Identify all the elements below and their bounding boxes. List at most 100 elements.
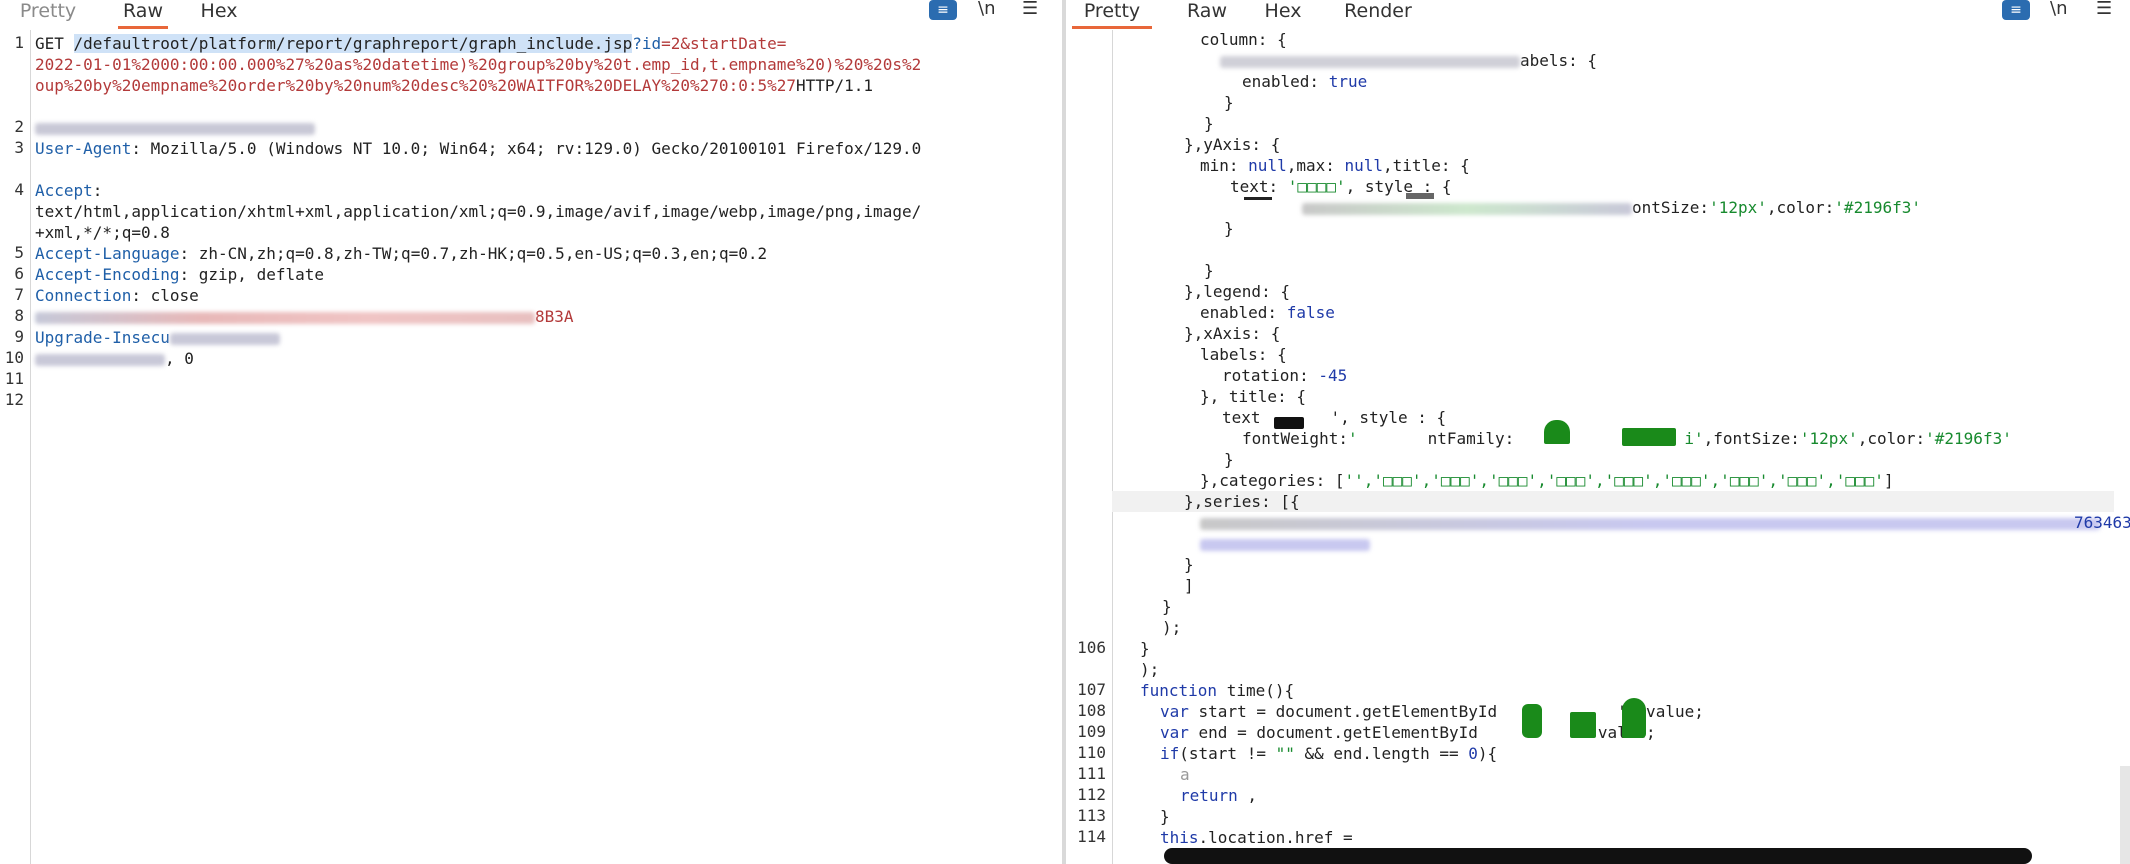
code-line[interactable] (1200, 533, 1370, 554)
tab-response-hex[interactable]: Hex (1262, 0, 1304, 26)
line-number: 110 (1077, 743, 1106, 762)
code-line[interactable]: },xAxis: { (1184, 323, 1280, 344)
payload-tail: oup%20by%20empname%20order%20by%20num%20… (35, 76, 796, 95)
code-line[interactable]: this.location.href = (1160, 827, 1353, 848)
request-line-connection[interactable]: Connection: close (35, 285, 199, 306)
code-line[interactable]: column: { (1200, 29, 1287, 50)
code-line[interactable]: function time(){ (1140, 680, 1294, 701)
request-path: /defaultroot/platform/report/graphreport… (73, 34, 633, 53)
menu-icon[interactable]: ☰ (1022, 0, 1038, 20)
line-number: 106 (1077, 638, 1106, 657)
code-line[interactable]: rotation: -45 (1222, 365, 1347, 386)
header-key: Upgrade-Insecu (35, 328, 170, 347)
header-key: User-Agent (35, 139, 132, 158)
code-line[interactable]: } (1204, 260, 1214, 281)
tab-request-pretty[interactable]: Pretty (12, 0, 84, 26)
header-value: : close (131, 286, 199, 305)
request-line-accept-3[interactable]: +xml,*/*;q=0.8 (35, 222, 170, 243)
request-line-1b[interactable]: 2022-01-01%2000:00:00.000%27%20as%20date… (35, 54, 921, 75)
code-line[interactable]: } (1184, 554, 1194, 575)
code-line[interactable]: enabled: true (1242, 71, 1367, 92)
query-eq: = (776, 34, 787, 53)
request-line-1[interactable]: GET /defaultroot/platform/report/graphre… (35, 33, 786, 54)
line-number: 107 (1077, 680, 1106, 699)
tab-response-raw[interactable]: Raw (1182, 0, 1232, 26)
request-pane: Pretty Raw Hex ≡ \n ☰ 1 2 3 4 5 6 7 8 9 … (0, 0, 1062, 864)
code-line[interactable]: },categories: ['','□□□','□□□','□□□','□□□… (1200, 470, 1894, 491)
code-line[interactable]: },series: [{ (1184, 491, 1300, 512)
tab-request-hex[interactable]: Hex (198, 0, 240, 26)
header-key: Accept (35, 181, 93, 200)
code-line[interactable]: } (1140, 638, 1150, 659)
newline-toggle-button[interactable]: \n (2050, 0, 2067, 20)
line-number: 4 (14, 180, 24, 199)
request-line-host[interactable] (35, 117, 315, 138)
code-line[interactable]: } (1224, 92, 1234, 113)
wrap-lines-icon[interactable]: ≡ (2002, 0, 2030, 20)
header-value: : zh-CN,zh;q=0.8,zh-TW;q=0.7,zh-HK;q=0.5… (179, 244, 768, 263)
code-line[interactable]: ); (1140, 659, 1159, 680)
tab-response-render[interactable]: Render (1342, 0, 1414, 26)
request-line-accept-encoding[interactable]: Accept-Encoding: gzip, deflate (35, 264, 324, 285)
code-line[interactable]: return , (1180, 785, 1257, 806)
header-key: Accept-Encoding (35, 265, 180, 284)
code-line[interactable]: },yAxis: { (1184, 134, 1280, 155)
code-line[interactable]: enabled: false (1200, 302, 1335, 323)
line-number: 6 (14, 264, 24, 283)
tab-request-raw[interactable]: Raw (118, 0, 168, 29)
request-line-user-agent[interactable]: User-Agent: Mozilla/5.0 (Windows NT 10.0… (35, 138, 921, 159)
code-line[interactable]: ); (1162, 617, 1181, 638)
line-number: 12 (4, 390, 24, 409)
wrap-lines-icon[interactable]: ≡ (929, 0, 957, 20)
line-number: 3 (14, 138, 24, 157)
code-line[interactable]: abels: { (1220, 50, 1597, 71)
line-number: 9 (14, 327, 24, 346)
menu-icon[interactable]: ☰ (2096, 0, 2112, 20)
code-line[interactable]: ] (1184, 575, 1194, 596)
code-line[interactable]: ontSize:'12px',color:'#2196f3' (1302, 197, 1921, 218)
code-line[interactable]: text ', style : { (1222, 407, 1446, 428)
vertical-scrollbar[interactable] (2120, 766, 2130, 864)
redaction-bar (1164, 848, 2032, 864)
code-line[interactable]: }, title: { (1200, 386, 1306, 407)
request-line-1c[interactable]: oup%20by%20empname%20order%20by%20num%20… (35, 75, 873, 96)
request-line-accept[interactable]: Accept: (35, 180, 102, 201)
line-number: 10 (4, 348, 24, 367)
http-method: GET (35, 34, 74, 53)
header-value: : (92, 181, 103, 200)
priority-tail: , 0 (165, 349, 194, 368)
header-key: Connection (35, 286, 132, 305)
redacted-series (1200, 538, 1370, 551)
header-key: Accept-Language (35, 244, 180, 263)
redacted-text (1302, 202, 1632, 215)
code-line[interactable]: } (1204, 113, 1214, 134)
code-line[interactable] (1200, 512, 2100, 533)
line-number: 111 (1077, 764, 1106, 783)
code-line[interactable]: if(start != "" && end.length == 0){ (1160, 743, 1497, 764)
code-line[interactable]: } (1162, 596, 1172, 617)
query-param-id: ?id (632, 34, 662, 53)
request-line-priority[interactable]: , 0 (35, 348, 194, 369)
line-number: 1 (14, 33, 24, 52)
code-line[interactable]: } (1224, 218, 1234, 239)
code-line[interactable]: labels: { (1200, 344, 1287, 365)
request-line-accept-language[interactable]: Accept-Language: zh-CN,zh;q=0.8,zh-TW;q=… (35, 243, 767, 264)
request-line-cookie[interactable]: 8B3A (35, 306, 574, 327)
series-values[interactable]: 7634636,6864532,5650902, (2074, 512, 2130, 533)
code-line[interactable]: },legend: { (1184, 281, 1290, 302)
header-value: : Mozilla/5.0 (Windows NT 10.0; Win64; x… (131, 139, 922, 158)
tab-response-pretty[interactable]: Pretty (1072, 0, 1152, 29)
newline-toggle-button[interactable]: \n (978, 0, 995, 20)
line-number: 11 (4, 369, 24, 388)
redacted-cookie (35, 311, 535, 324)
redaction-mark (1406, 193, 1434, 199)
line-number: 7 (14, 285, 24, 304)
redacted-series (1200, 517, 2100, 530)
code-line[interactable]: } (1160, 806, 1170, 827)
code-line[interactable]: } (1224, 449, 1234, 470)
redacted-header (35, 353, 165, 366)
code-line[interactable]: a (1180, 764, 1190, 785)
code-line[interactable]: min: null,max: null,title: { (1200, 155, 1470, 176)
request-line-accept-2[interactable]: text/html,application/xhtml+xml,applicat… (35, 201, 921, 222)
request-line-upgrade[interactable]: Upgrade-Insecu (35, 327, 280, 348)
